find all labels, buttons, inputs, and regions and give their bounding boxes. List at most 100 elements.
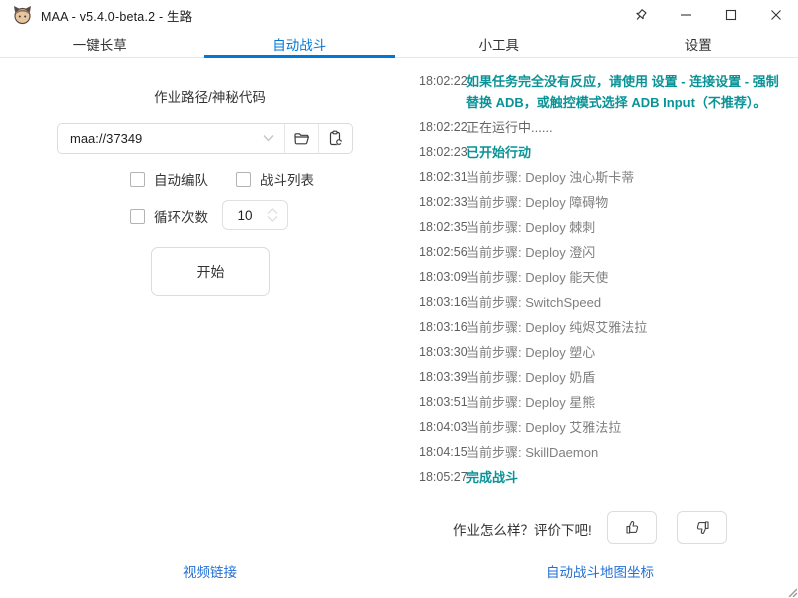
log-entry: 18:03:16 当前步骤: Deploy 纯烬艾雅法拉 [419,317,798,342]
checkbox-box [130,209,145,224]
log-message: 当前步骤: Deploy 能天使 [466,267,798,288]
video-link[interactable]: 视频链接 [183,565,237,580]
log-entry: 18:02:31 当前步骤: Deploy 浊心斯卡蒂 [419,167,798,192]
tab-label: 一键长草 [73,34,127,54]
log-entry: 18:02:33 当前步骤: Deploy 障碍物 [419,192,798,217]
log-message: 当前步骤: SwitchSpeed [466,292,798,313]
auto-squad-checkbox[interactable]: 自动编队 [130,169,208,189]
loop-row: 循环次数 [130,206,208,226]
tab-bar: 一键长草 自动战斗 小工具 设置 [0,30,798,58]
log-message: 当前步骤: Deploy 棘刺 [466,217,798,238]
log-message: 当前步骤: Deploy 塑心 [466,342,798,363]
log-time: 18:03:16 [419,317,466,338]
log-time: 18:03:51 [419,392,466,413]
maximize-icon [725,9,737,21]
log-entry: 18:05:27 完成战斗 [419,467,798,492]
log-time: 18:02:22 [419,117,466,138]
tab-label: 设置 [685,34,712,54]
battle-list-checkbox[interactable]: 战斗列表 [236,169,314,189]
tab-label: 小工具 [479,34,520,54]
log-message: 当前步骤: Deploy 纯烬艾雅法拉 [466,317,798,338]
log-message: 当前步骤: Deploy 澄闪 [466,242,798,263]
path-input-group: maa://37349 [57,123,353,154]
log-time: 18:03:30 [419,342,466,363]
pin-button[interactable] [618,0,663,30]
log-list[interactable]: 18:02:22 如果任务完全没有反应，请使用 设置 - 连接设置 - 强制替换… [419,71,798,501]
log-message: 当前步骤: Deploy 障碍物 [466,192,798,213]
log-entry: 18:03:39 当前步骤: Deploy 奶盾 [419,367,798,392]
log-entry: 18:02:22 如果任务完全没有反应，请使用 设置 - 连接设置 - 强制替换… [419,71,798,117]
log-time: 18:03:39 [419,367,466,388]
log-message: 当前步骤: Deploy 浊心斯卡蒂 [466,167,798,188]
log-time: 18:02:35 [419,217,466,238]
log-time: 18:02:56 [419,242,466,263]
stepper-arrows[interactable] [267,208,278,222]
start-button[interactable]: 开始 [151,247,270,296]
log-entry: 18:03:16 当前步骤: SwitchSpeed [419,292,798,317]
rating-row: 作业怎么样？评价下吧! [420,511,798,545]
clipboard-paste-icon [327,130,344,147]
tab-settings[interactable]: 设置 [599,30,798,57]
log-entry: 18:03:30 当前步骤: Deploy 塑心 [419,342,798,367]
log-entry: 18:03:51 当前步骤: Deploy 星熊 [419,392,798,417]
log-entry: 18:03:09 当前步骤: Deploy 能天使 [419,267,798,292]
log-entry: 18:02:35 当前步骤: Deploy 棘刺 [419,217,798,242]
log-entry: 18:02:22 正在运行中...... [419,117,798,142]
folder-open-icon [293,131,310,147]
log-message: 已开始行动 [466,142,798,163]
rating-prompt: 作业怎么样？评价下吧! [453,519,592,539]
checkbox-box [130,172,145,187]
chevron-down-icon [267,215,278,222]
log-time: 18:03:09 [419,267,466,288]
chevron-down-icon[interactable] [263,134,274,142]
thumbs-up-icon [624,519,641,536]
log-time: 18:02:23 [419,142,466,163]
log-message: 当前步骤: Deploy 艾雅法拉 [466,417,798,438]
checkbox-label: 循环次数 [154,206,208,226]
log-time: 18:02:22 [419,71,466,92]
log-time: 18:04:15 [419,442,466,463]
checkbox-label: 自动编队 [154,169,208,189]
path-input[interactable]: maa://37349 [58,124,284,153]
log-entry: 18:02:23 已开始行动 [419,142,798,167]
tab-tools[interactable]: 小工具 [399,30,599,57]
log-message: 正在运行中...... [466,117,798,138]
log-message: 当前步骤: Deploy 星熊 [466,392,798,413]
paste-code-button[interactable] [318,124,352,153]
loop-count-checkbox[interactable]: 循环次数 [130,206,208,226]
log-time: 18:02:31 [419,167,466,188]
checkbox-box [236,172,251,187]
log-message: 当前步骤: Deploy 奶盾 [466,367,798,388]
log-time: 18:04:03 [419,417,466,438]
open-file-button[interactable] [284,124,318,153]
dislike-button[interactable] [677,511,727,544]
map-coordinates-link[interactable]: 自动战斗地图坐标 [546,565,654,580]
maximize-button[interactable] [708,0,753,30]
loop-count-value: 10 [223,208,267,223]
log-entry: 18:04:15 当前步骤: SkillDaemon [419,442,798,467]
path-label: 作业路径/神秘代码 [0,86,420,106]
resize-grip[interactable] [787,587,797,597]
app-icon [13,6,32,25]
tab-farming[interactable]: 一键长草 [0,30,200,57]
log-message: 如果任务完全没有反应，请使用 设置 - 连接设置 - 强制替换 ADB，或触控模… [466,71,798,113]
chevron-up-icon [267,208,278,215]
minimize-button[interactable] [663,0,708,30]
tab-auto-battle[interactable]: 自动战斗 [200,30,400,57]
log-entry: 18:04:03 当前步骤: Deploy 艾雅法拉 [419,417,798,442]
close-icon [770,9,782,21]
log-message: 当前步骤: SkillDaemon [466,442,798,463]
path-input-value: maa://37349 [70,131,142,146]
loop-count-stepper[interactable]: 10 [222,200,288,230]
thumbs-down-icon [694,519,711,536]
pin-icon [633,8,648,23]
log-time: 18:03:16 [419,292,466,313]
window-title: MAA - v5.4.0-beta.2 - 生路 [41,6,192,25]
tab-label: 自动战斗 [272,34,326,54]
close-button[interactable] [753,0,798,30]
log-message: 完成战斗 [466,467,798,488]
log-entry: 18:02:56 当前步骤: Deploy 澄闪 [419,242,798,267]
options-row: 自动编队 战斗列表 [130,169,314,189]
like-button[interactable] [607,511,657,544]
title-bar: MAA - v5.4.0-beta.2 - 生路 [0,0,798,30]
